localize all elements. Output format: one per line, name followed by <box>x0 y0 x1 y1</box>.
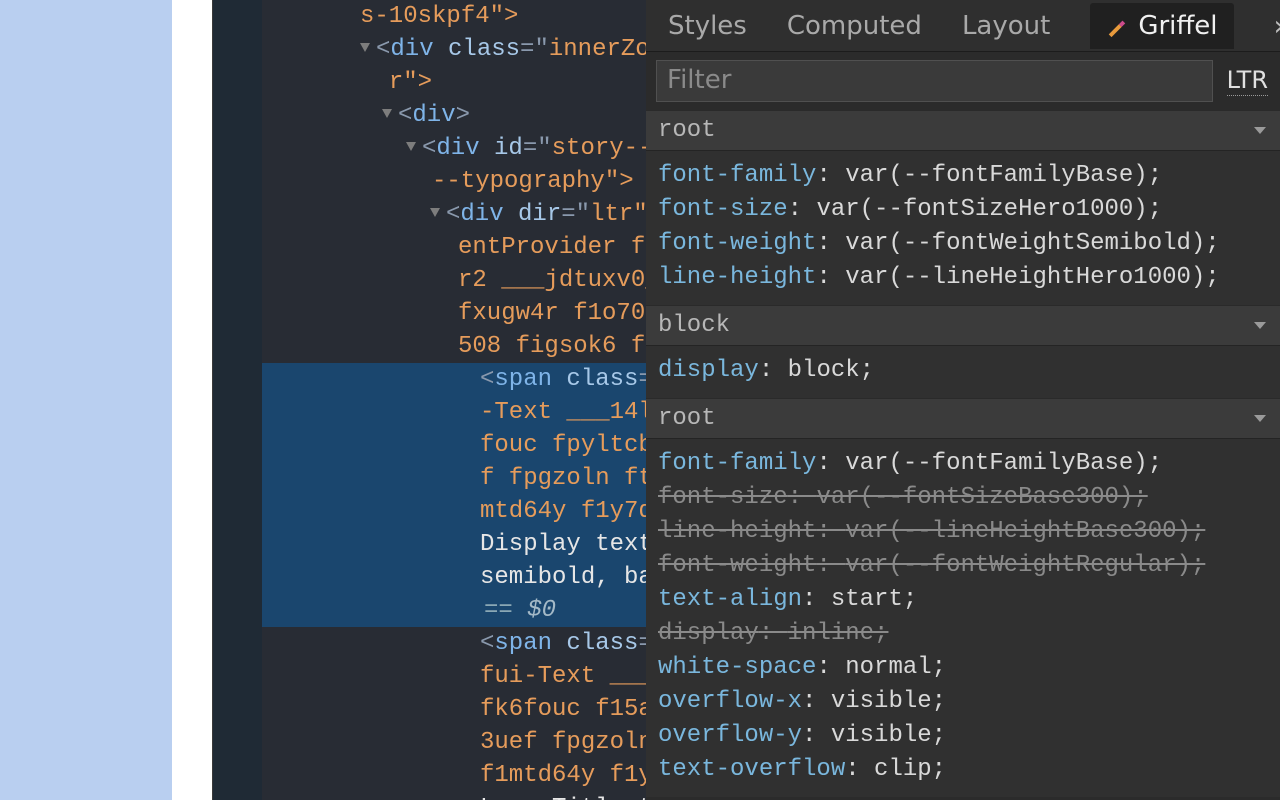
style-rules: display: block; <box>646 346 1280 398</box>
css-declaration[interactable]: font-weight: var(--fontWeightRegular); <box>658 549 1280 583</box>
section-name: block <box>658 312 730 339</box>
style-section-header[interactable]: root <box>646 110 1280 151</box>
filter-row: LTR <box>646 52 1280 110</box>
style-section-header[interactable]: block <box>646 305 1280 346</box>
css-declaration[interactable]: overflow-y: visible; <box>658 719 1280 753</box>
dom-line[interactable]: --typography"> <box>262 165 646 198</box>
dom-line[interactable]: s-10skpf4"> <box>262 0 646 33</box>
css-declaration[interactable]: font-size: var(--fontSizeBase300); <box>658 481 1280 515</box>
caret-down-icon[interactable] <box>360 43 370 52</box>
selected-dom-node[interactable]: <span class=" -Text ___14lt fouc fpyltcb… <box>262 363 646 627</box>
css-declaration[interactable]: text-overflow: clip; <box>658 753 1280 787</box>
dom-line[interactable]: r2 ___jdtuxv0_ <box>262 264 646 297</box>
content-preview: , , d, <box>0 0 172 800</box>
griffel-icon <box>1106 15 1128 37</box>
caret-down-icon[interactable] <box>406 142 416 151</box>
tab-computed[interactable]: Computed <box>787 11 922 41</box>
dom-line[interactable]: 508 figsok6 f1 <box>262 330 646 363</box>
dom-line[interactable]: r"> <box>262 66 646 99</box>
styles-panel: Styles Computed Layout Griffel » LTR roo… <box>646 0 1280 800</box>
style-rules: font-family: var(--fontFamilyBase);font-… <box>646 151 1280 305</box>
dom-line[interactable]: fxugw4r f1o700 <box>262 297 646 330</box>
devtools-tabs: Styles Computed Layout Griffel » <box>646 0 1280 52</box>
css-declaration[interactable]: font-weight: var(--fontWeightSemibold); <box>658 227 1280 261</box>
css-declaration[interactable]: font-size: var(--fontSizeHero1000); <box>658 193 1280 227</box>
ltr-toggle[interactable]: LTR <box>1227 66 1268 96</box>
dom-node[interactable]: <div class="innerZoc <box>262 33 646 66</box>
section-name: root <box>658 405 716 432</box>
elements-dom-tree[interactable]: s-10skpf4"> <div class="innerZoc r"> <di… <box>262 0 646 800</box>
more-tabs-icon[interactable]: » <box>1274 9 1280 42</box>
css-declaration[interactable]: white-space: normal; <box>658 651 1280 685</box>
dom-line[interactable]: f1mtd64y f1y7 <box>262 759 646 792</box>
style-rules: font-family: var(--fontFamilyBase);font-… <box>646 439 1280 797</box>
dom-line[interactable]: 3uef fpgzoln <box>262 726 646 759</box>
tab-griffel[interactable]: Griffel <box>1090 3 1233 49</box>
dom-node[interactable]: <div id="story-- <box>262 132 646 165</box>
css-declaration[interactable]: display: block; <box>658 354 1280 388</box>
dollar-zero-indicator: == $0 <box>262 594 646 627</box>
css-declaration[interactable]: font-family: var(--fontFamilyBase); <box>658 159 1280 193</box>
css-declaration[interactable]: text-align: start; <box>658 583 1280 617</box>
chevron-down-icon[interactable] <box>1254 415 1266 422</box>
css-declaration[interactable]: line-height: var(--lineHeightBase300); <box>658 515 1280 549</box>
dom-line[interactable]: LargeTitle te <box>262 792 646 800</box>
dom-node[interactable]: <div> <box>262 99 646 132</box>
tab-griffel-label: Griffel <box>1138 11 1217 41</box>
dom-line[interactable]: fk6fouc f15a <box>262 693 646 726</box>
css-declaration[interactable]: overflow-x: visible; <box>658 685 1280 719</box>
gutter <box>172 0 212 800</box>
chevron-down-icon[interactable] <box>1254 322 1266 329</box>
dom-line[interactable]: entProvider fu <box>262 231 646 264</box>
chevron-down-icon[interactable] <box>1254 127 1266 134</box>
css-declaration[interactable]: font-family: var(--fontFamilyBase); <box>658 447 1280 481</box>
tab-layout[interactable]: Layout <box>962 11 1050 41</box>
tab-styles[interactable]: Styles <box>668 11 747 41</box>
dom-line[interactable]: fui-Text ___ <box>262 660 646 693</box>
style-section-header[interactable]: root <box>646 398 1280 439</box>
filter-input[interactable] <box>656 60 1213 102</box>
caret-down-icon[interactable] <box>382 109 392 118</box>
caret-down-icon[interactable] <box>430 208 440 217</box>
dom-node[interactable]: <span class=" <box>262 627 646 660</box>
dom-gutter <box>212 0 262 800</box>
dom-node[interactable]: <div dir="ltr" <box>262 198 646 231</box>
section-name: root <box>658 117 716 144</box>
css-declaration[interactable]: display: inline; <box>658 617 1280 651</box>
css-declaration[interactable]: line-height: var(--lineHeightHero1000); <box>658 261 1280 295</box>
